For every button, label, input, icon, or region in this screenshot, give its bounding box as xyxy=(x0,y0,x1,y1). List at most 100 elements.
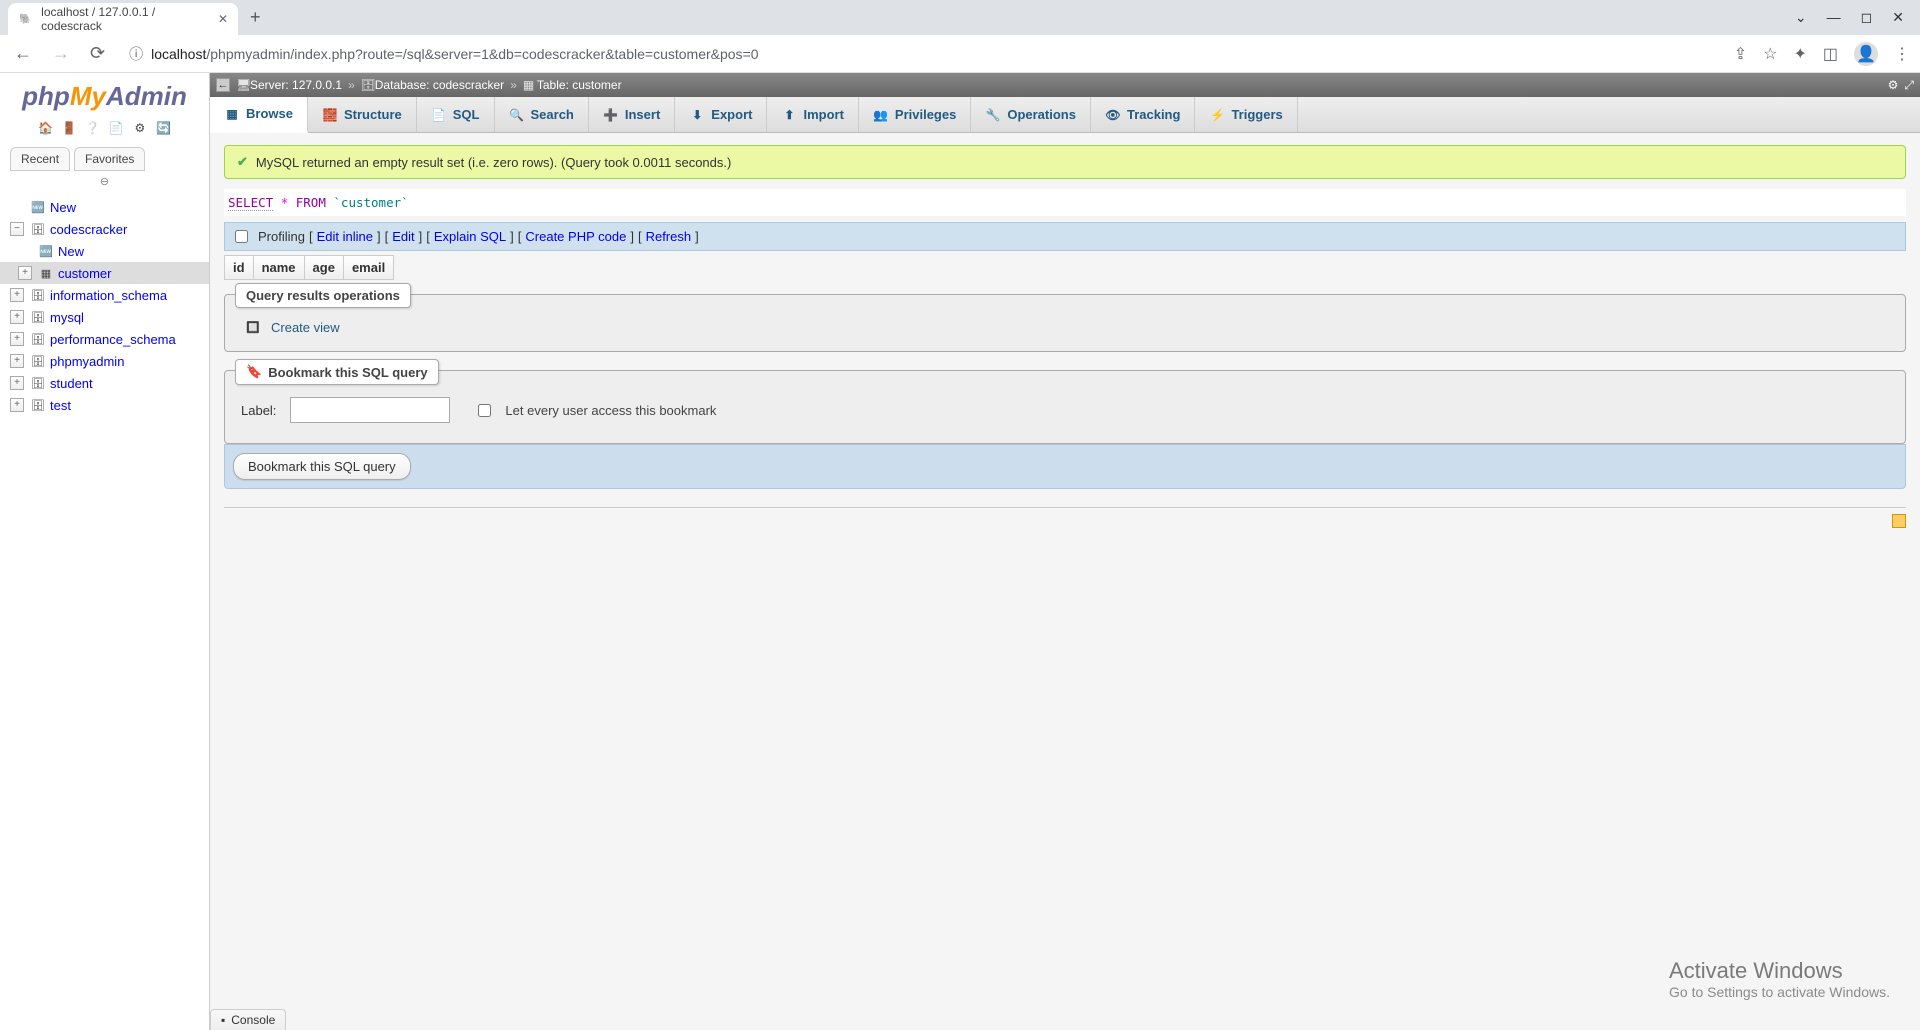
table-icon: ▦ xyxy=(523,78,537,92)
expand-icon[interactable]: + xyxy=(18,266,32,280)
tab-triggers[interactable]: ⚡Triggers xyxy=(1195,97,1297,132)
page-fullscreen-icon[interactable]: ⤢ xyxy=(1904,78,1914,93)
refresh-link[interactable]: Refresh xyxy=(646,229,692,244)
favorites-tab[interactable]: Favorites xyxy=(74,147,145,171)
explain-sql-link[interactable]: Explain SQL xyxy=(434,229,506,244)
share-icon[interactable]: ⇪ xyxy=(1734,44,1747,64)
tree-table-customer[interactable]: + ▦ customer xyxy=(0,262,209,284)
tab-export[interactable]: ⬇Export xyxy=(675,97,767,132)
query-action-bar: Profiling [ Edit inline ] [ Edit ] [ Exp… xyxy=(224,222,1906,251)
url-host: localhost xyxy=(151,46,206,62)
create-view-link[interactable]: Create view xyxy=(271,320,340,335)
logout-icon[interactable]: 🚪 xyxy=(61,121,77,137)
database-icon: 🗄 xyxy=(30,331,46,347)
tab-operations[interactable]: 🔧Operations xyxy=(971,97,1091,132)
column-header[interactable]: id xyxy=(224,255,253,280)
home-icon[interactable]: 🏠 xyxy=(37,121,53,137)
info-icon[interactable]: ⓘ xyxy=(129,44,143,64)
collapse-sidebar-button[interactable]: ← xyxy=(216,78,230,92)
new-tab-button[interactable]: + xyxy=(250,7,261,28)
table-icon: ▦ xyxy=(38,265,54,281)
url-path: /phpmyadmin/index.php?route=/sql&server=… xyxy=(206,46,758,62)
page-settings-icon[interactable]: ⚙ xyxy=(1888,78,1899,93)
create-php-link[interactable]: Create PHP code xyxy=(525,229,626,244)
tree-db-codescracker[interactable]: − 🗄 codescracker xyxy=(0,218,209,240)
menu-icon[interactable]: ⋮ xyxy=(1894,44,1910,64)
back-button[interactable]: ← xyxy=(10,39,36,68)
tree-db-test[interactable]: + 🗄 test xyxy=(0,394,209,416)
tree-label: mysql xyxy=(50,310,84,325)
bookmark-label: Label: xyxy=(241,403,276,418)
expand-icon[interactable]: + xyxy=(10,310,24,324)
expand-icon[interactable]: + xyxy=(10,354,24,368)
db-tree: 🆕 New − 🗄 codescracker 🆕 New + ▦ custome… xyxy=(0,192,209,1030)
bookmark-label-input[interactable] xyxy=(290,397,450,423)
chevron-down-icon[interactable]: ⌄ xyxy=(1795,9,1807,26)
edit-link[interactable]: Edit xyxy=(392,229,414,244)
url-bar[interactable]: ⓘ localhost/phpmyadmin/index.php?route=/… xyxy=(121,44,1722,64)
browser-tab[interactable]: 🐘 localhost / 127.0.0.1 / codescrack ✕ xyxy=(8,3,238,35)
breadcrumb-table[interactable]: Table: customer xyxy=(537,78,622,92)
tab-tracking[interactable]: 👁Tracking xyxy=(1091,97,1195,132)
breadcrumb-server[interactable]: Server: 127.0.0.1 xyxy=(250,78,342,92)
edit-inline-link[interactable]: Edit inline xyxy=(317,229,373,244)
tree-label: performance_schema xyxy=(50,332,176,347)
column-header[interactable]: name xyxy=(253,255,304,280)
side-panel-icon[interactable]: ◫ xyxy=(1823,44,1838,64)
reload-tree-icon[interactable]: 🔄 xyxy=(156,121,172,137)
expand-icon[interactable]: + xyxy=(10,332,24,346)
tree-new-table[interactable]: 🆕 New xyxy=(0,240,209,262)
tree-db-information-schema[interactable]: + 🗄 information_schema xyxy=(0,284,209,306)
database-icon: 🗄 xyxy=(30,375,46,391)
extensions-icon[interactable]: ✦ xyxy=(1793,44,1806,64)
recent-tab[interactable]: Recent xyxy=(10,147,70,171)
tab-search[interactable]: 🔍Search xyxy=(495,97,589,132)
tab-privileges[interactable]: 👥Privileges xyxy=(859,97,971,132)
close-window-icon[interactable]: ✕ xyxy=(1892,9,1904,26)
tree-db-performance-schema[interactable]: + 🗄 performance_schema xyxy=(0,328,209,350)
corner-icon[interactable] xyxy=(1892,514,1906,528)
database-icon: 🗄 xyxy=(30,221,46,237)
tree-new-db[interactable]: 🆕 New xyxy=(0,196,209,218)
sql-query-display: SELECT * FROM `customer` xyxy=(224,189,1906,216)
reload-button[interactable]: ⟳ xyxy=(86,39,109,68)
star-icon[interactable]: ☆ xyxy=(1763,44,1777,64)
success-text: MySQL returned an empty result set (i.e.… xyxy=(256,155,731,170)
result-columns-header: id name age email xyxy=(224,255,1906,280)
breadcrumb: ← 🖥 Server: 127.0.0.1 » 🗄 Database: code… xyxy=(210,73,1920,97)
database-icon: 🗄 xyxy=(30,353,46,369)
phpmyadmin-logo[interactable]: phpMyAdmin xyxy=(0,73,209,116)
tab-structure[interactable]: 🧱Structure xyxy=(308,97,417,132)
collapse-icon[interactable]: − xyxy=(10,222,24,236)
link-icon[interactable]: ⊖ xyxy=(0,171,209,192)
sql-keyword-from: FROM xyxy=(296,195,326,210)
expand-icon[interactable]: + xyxy=(10,398,24,412)
tree-label: codescracker xyxy=(50,222,127,237)
expand-icon[interactable]: + xyxy=(10,376,24,390)
tab-insert[interactable]: ➕Insert xyxy=(589,97,675,132)
profile-avatar[interactable]: 👤 xyxy=(1854,42,1878,66)
forward-button[interactable]: → xyxy=(48,39,74,68)
database-icon: 🗄 xyxy=(30,309,46,325)
settings-icon[interactable]: ⚙ xyxy=(132,121,148,137)
tree-label: test xyxy=(50,398,71,413)
column-header[interactable]: email xyxy=(343,255,394,280)
breadcrumb-database[interactable]: Database: codescracker xyxy=(375,78,504,92)
tab-browse[interactable]: ▦Browse xyxy=(210,97,308,133)
console-toggle[interactable]: ▪ Console xyxy=(210,1009,286,1030)
profiling-checkbox[interactable] xyxy=(235,230,248,243)
maximize-icon[interactable]: ◻ xyxy=(1861,9,1873,26)
tree-db-mysql[interactable]: + 🗄 mysql xyxy=(0,306,209,328)
bookmark-public-checkbox[interactable] xyxy=(478,404,491,417)
column-header[interactable]: age xyxy=(304,255,343,280)
tab-close-icon[interactable]: ✕ xyxy=(218,12,228,26)
tab-sql[interactable]: 📄SQL xyxy=(417,97,495,132)
tree-db-phpmyadmin[interactable]: + 🗄 phpmyadmin xyxy=(0,350,209,372)
bookmark-submit-button[interactable]: Bookmark this SQL query xyxy=(233,453,411,480)
sql-icon[interactable]: 📄 xyxy=(108,121,124,137)
docs-icon[interactable]: ❔ xyxy=(85,121,101,137)
expand-icon[interactable]: + xyxy=(10,288,24,302)
minimize-icon[interactable]: — xyxy=(1827,9,1841,26)
tab-import[interactable]: ⬆Import xyxy=(767,97,858,132)
tree-db-student[interactable]: + 🗄 student xyxy=(0,372,209,394)
